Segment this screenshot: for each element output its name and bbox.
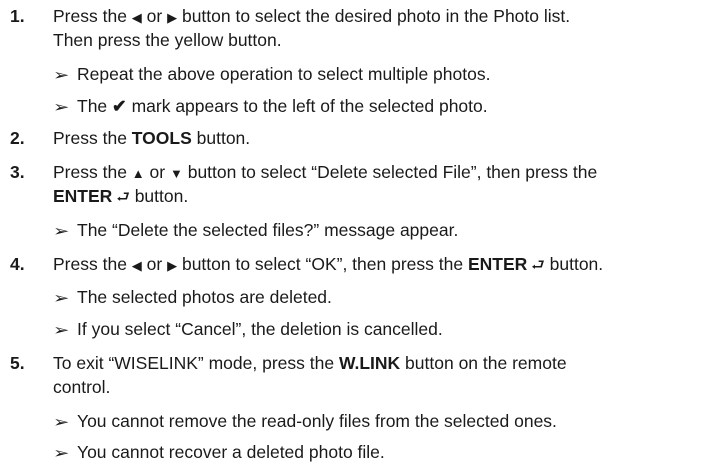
note-arrow-icon: ➢ <box>53 445 70 462</box>
text-run: button on the remote <box>400 353 567 373</box>
text-run: button to select “Delete selected File”,… <box>182 162 598 182</box>
step-number: 1. <box>10 6 25 26</box>
note: ➢ The “Delete the selected files?” messag… <box>53 218 458 244</box>
step-text: Press the ◀ or ▶ button to select the de… <box>53 4 713 30</box>
step-text: control. <box>53 377 111 397</box>
text-run: or <box>141 254 168 274</box>
step-text: Press the ▲ or ▼ button to select “Delet… <box>53 160 713 186</box>
note-arrow-icon: ➢ <box>53 223 70 240</box>
text-run: or <box>141 6 168 26</box>
text-run: Press the <box>53 6 132 26</box>
button-name: ENTER <box>53 186 113 206</box>
note-arrow-icon: ➢ <box>53 99 70 116</box>
step-number: 2. <box>10 128 25 148</box>
note-text: If you select “Cancel”, the deletion is … <box>77 319 443 339</box>
text-run: button. <box>129 186 189 206</box>
button-name: ENTER <box>467 254 528 274</box>
manual-page: 1. Press the ◀ or ▶ button to select the… <box>0 0 717 462</box>
right-arrow-icon: ▶ <box>167 258 178 273</box>
text-run: button. <box>191 128 251 148</box>
text-run: or <box>144 162 170 182</box>
text-run: button. <box>544 254 604 274</box>
enter-icon: ⮐ <box>531 257 545 274</box>
text-run: Press the <box>53 254 132 274</box>
note: ➢ You cannot recover a deleted photo file… <box>53 440 385 466</box>
note-arrow-icon: ➢ <box>53 414 70 431</box>
text-run: To exit “WISELINK” mode, press the <box>53 353 339 373</box>
note-text: The “Delete the selected files?” message… <box>77 220 459 240</box>
button-name: TOOLS <box>131 128 192 148</box>
note: ➢ Repeat the above operation to select mu… <box>53 62 490 88</box>
text-run: button to select “OK”, then press the <box>177 254 468 274</box>
note: ➢ The selected photos are deleted. <box>53 285 332 311</box>
note: ➢ The ✔ mark appears to the left of the s… <box>53 94 488 120</box>
note-arrow-icon: ➢ <box>53 322 70 339</box>
button-name: W.LINK <box>338 353 401 373</box>
note-text: You cannot recover a deleted photo file. <box>77 442 385 462</box>
step-number: 4. <box>10 254 25 274</box>
step-number: 5. <box>10 353 25 373</box>
text-run: Press the <box>53 128 132 148</box>
note-text: The selected photos are deleted. <box>77 287 332 307</box>
note-text: Repeat the above operation to select mul… <box>77 64 491 84</box>
text-run: button to select the desired photo in th… <box>177 6 571 26</box>
left-arrow-icon: ◀ <box>131 10 142 25</box>
enter-icon: ⮐ <box>116 189 130 206</box>
step-number: 3. <box>10 162 25 182</box>
left-arrow-icon: ◀ <box>131 258 142 273</box>
up-arrow-icon: ▲ <box>131 166 145 181</box>
step-text: Then press the yellow button. <box>53 30 282 50</box>
note-text: mark appears to the left of the selected… <box>126 96 488 116</box>
step-text: To exit “WISELINK” mode, press the W.LIN… <box>53 351 713 375</box>
step-text: Press the TOOLS button. <box>53 126 713 150</box>
right-arrow-icon: ▶ <box>167 10 178 25</box>
note-arrow-icon: ➢ <box>53 67 70 84</box>
note: ➢ If you select “Cancel”, the deletion is… <box>53 317 443 343</box>
note: ➢ You cannot remove the read-only files f… <box>53 409 557 435</box>
step-text: Press the ◀ or ▶ button to select “OK”, … <box>53 252 713 278</box>
note-text: You cannot remove the read-only files fr… <box>77 411 557 431</box>
text-run: Press the <box>53 162 132 182</box>
check-icon: ✔ <box>112 96 127 116</box>
step-text: ENTER ⮐ button. <box>53 184 713 210</box>
down-arrow-icon: ▼ <box>169 166 183 181</box>
note-arrow-icon: ➢ <box>53 290 70 307</box>
